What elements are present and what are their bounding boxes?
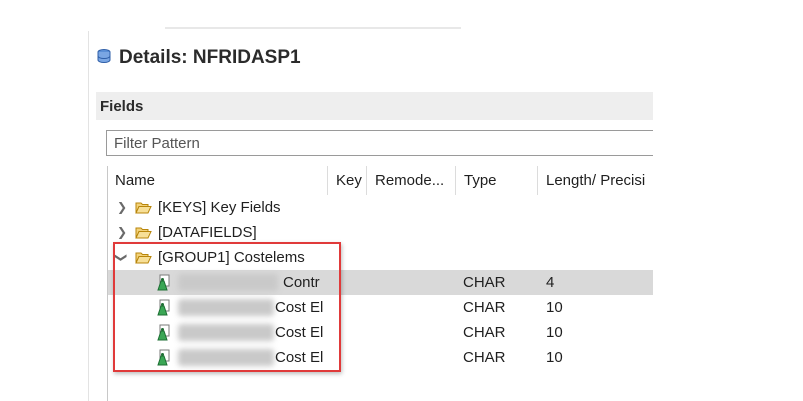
field-length: 10 xyxy=(546,349,563,366)
field-type: CHAR xyxy=(463,274,506,291)
field-type: CHAR xyxy=(463,349,506,366)
tree-folder-keys[interactable]: ❯ [KEYS] Key Fields xyxy=(108,195,653,220)
field-name-suffix: Cost El xyxy=(275,324,324,341)
field-name-suffix: Cost El xyxy=(275,299,324,316)
chevron-right-icon[interactable]: ❯ xyxy=(117,195,127,220)
tree-folder-label: [DATAFIELDS] xyxy=(158,224,257,241)
folder-open-icon xyxy=(135,251,152,268)
top-divider xyxy=(165,27,461,29)
redacted-field-name xyxy=(178,324,274,341)
column-header-name[interactable]: Name xyxy=(107,166,328,195)
field-length: 10 xyxy=(546,324,563,341)
field-row[interactable]: Cost El CHAR 10 xyxy=(108,295,653,320)
tree-folder-group1[interactable]: ❯ [GROUP1] Costelems xyxy=(108,245,653,270)
field-length: 4 xyxy=(546,274,555,291)
redacted-field-name xyxy=(178,274,278,291)
fields-section-label: Fields xyxy=(100,97,144,115)
filter-pattern-input[interactable] xyxy=(106,130,653,156)
field-type: CHAR xyxy=(463,299,506,316)
field-row[interactable]: Cost El CHAR 10 xyxy=(108,320,653,345)
chevron-down-icon[interactable]: ❯ xyxy=(109,252,134,262)
tree-folder-datafields[interactable]: ❯ [DATAFIELDS] xyxy=(108,220,653,245)
column-header-length[interactable]: Length/ Precisi xyxy=(538,166,653,195)
field-name-suffix: Contr xyxy=(283,274,320,291)
database-icon xyxy=(96,48,112,69)
redacted-field-name xyxy=(178,299,274,316)
details-header: Details: NFRIDASP1 xyxy=(96,45,301,71)
column-header-remodel[interactable]: Remode... xyxy=(367,166,456,195)
folder-icon xyxy=(135,226,152,243)
field-icon xyxy=(156,299,172,320)
column-header-type[interactable]: Type xyxy=(456,166,538,195)
field-icon xyxy=(156,274,172,295)
column-header-key[interactable]: Key xyxy=(328,166,367,195)
field-icon xyxy=(156,324,172,345)
folder-icon xyxy=(135,201,152,218)
fields-section-bar[interactable]: Fields xyxy=(96,92,653,120)
chevron-right-icon[interactable]: ❯ xyxy=(117,220,127,245)
tree-folder-label: [KEYS] Key Fields xyxy=(158,199,281,216)
field-row[interactable]: Cost El CHAR 10 xyxy=(108,345,653,370)
field-type: CHAR xyxy=(463,324,506,341)
redacted-field-name xyxy=(178,349,274,366)
field-length: 10 xyxy=(546,299,563,316)
tree-folder-label: [GROUP1] Costelems xyxy=(158,249,305,266)
field-icon xyxy=(156,349,172,370)
field-name-suffix: Cost El xyxy=(275,349,324,366)
field-row[interactable]: Contr CHAR 4 xyxy=(108,270,653,295)
page-title: Details: NFRIDASP1 xyxy=(119,47,301,68)
